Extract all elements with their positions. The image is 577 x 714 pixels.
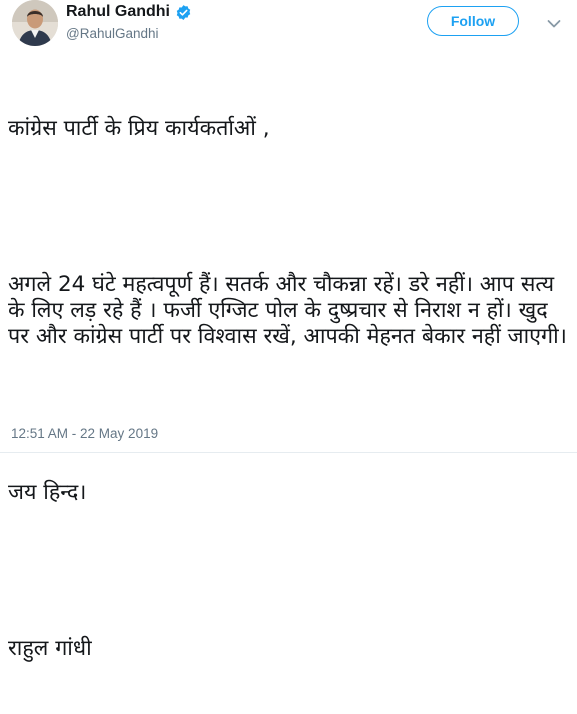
author-handle[interactable]: @RahulGandhi	[66, 26, 192, 41]
follow-button[interactable]: Follow	[427, 6, 519, 36]
tweet-card: Rahul Gandhi @RahulGandhi Follow कांग्रे…	[0, 0, 577, 661]
chevron-down-icon[interactable]	[547, 14, 561, 28]
avatar-image	[12, 0, 58, 46]
tweet-closing: जय हिन्द।	[8, 480, 87, 505]
avatar[interactable]	[12, 0, 58, 46]
verified-badge-icon	[175, 4, 192, 21]
tweet-text: कांग्रेस पार्टी के प्रिय कार्यकर्ताओं , …	[8, 64, 568, 714]
tweet-salutation: कांग्रेस पार्टी के प्रिय कार्यकर्ताओं ,	[8, 116, 270, 141]
tweet-body: अगले 24 घंटे महत्वपूर्ण हैं। सतर्क और चौ…	[8, 272, 567, 349]
tweet-signature: राहुल गांधी	[8, 636, 92, 661]
tweet-timestamp[interactable]: 12:51 AM - 22 May 2019	[11, 426, 158, 441]
author-block: Rahul Gandhi @RahulGandhi	[66, 2, 192, 41]
display-name[interactable]: Rahul Gandhi	[66, 3, 170, 21]
divider	[0, 452, 577, 453]
display-name-row: Rahul Gandhi	[66, 2, 192, 22]
